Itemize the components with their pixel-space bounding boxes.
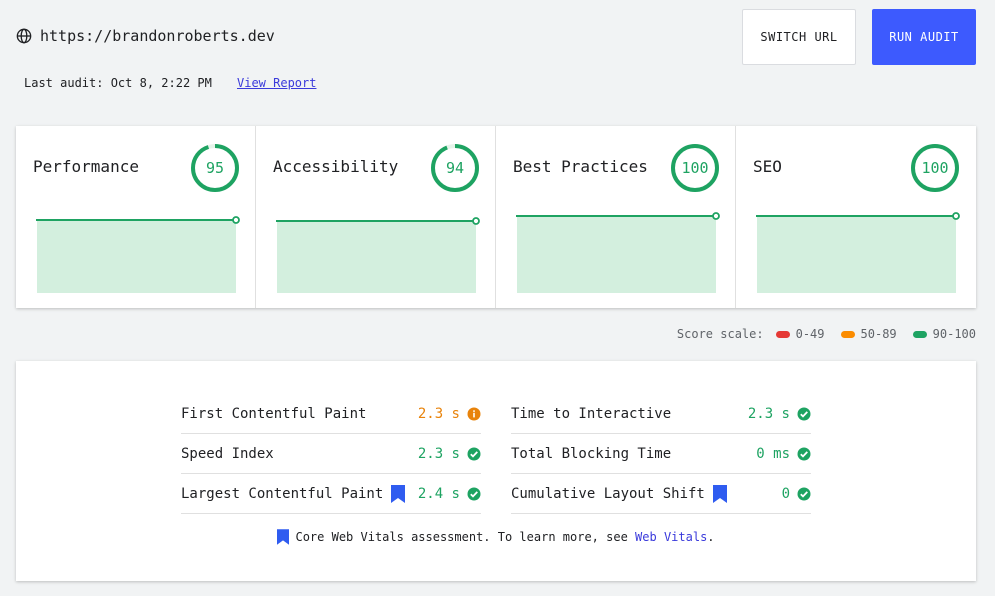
- average-color-pill: [840, 330, 855, 338]
- scale-item-average: 50-89: [840, 327, 897, 341]
- check-circle-icon: [467, 487, 481, 501]
- score-scale-legend: Score scale: 0-49 50-89 90-100: [677, 327, 976, 341]
- metric-name: First Contentful Paint: [181, 406, 418, 422]
- good-color-pill: [912, 330, 927, 338]
- check-circle-icon: [797, 407, 811, 421]
- metric-name: Speed Index: [181, 446, 418, 462]
- category-card-accessibility[interactable]: Accessibility 94: [256, 126, 496, 308]
- score-value: 95: [205, 159, 225, 177]
- check-circle-icon: [467, 447, 481, 461]
- poor-color-pill: [775, 330, 790, 338]
- score-value: 100: [921, 159, 949, 177]
- metric-label: Speed Index: [181, 445, 274, 462]
- metric-name: Cumulative Layout Shift: [511, 484, 782, 503]
- metric-name: Time to Interactive: [511, 406, 748, 422]
- run-audit-button[interactable]: RUN AUDIT: [872, 9, 976, 65]
- scale-item-poor: 0-49: [775, 327, 825, 341]
- score-value: 94: [445, 159, 465, 177]
- audited-url: https://brandonroberts.dev: [40, 27, 275, 45]
- metric-value: 2.4 s: [417, 485, 460, 502]
- metric-row-cls: Cumulative Layout Shift 0: [511, 474, 811, 514]
- metric-label: Cumulative Layout Shift: [511, 485, 705, 502]
- category-title: Performance: [33, 157, 139, 176]
- switch-url-button[interactable]: SWITCH URL: [742, 9, 856, 65]
- score-history-chart: [276, 217, 480, 293]
- globe-icon: [16, 28, 32, 44]
- scale-range-label: 90-100: [932, 327, 976, 341]
- score-history-chart: [36, 216, 240, 293]
- info-icon: [467, 407, 481, 421]
- score-history-chart: [756, 212, 960, 293]
- top-bar: https://brandonroberts.dev Last audit: O…: [0, 0, 995, 110]
- cwv-footnote: Core Web Vitals assessment. To learn mor…: [16, 529, 976, 545]
- bookmark-icon: [712, 484, 727, 503]
- web-vitals-link[interactable]: Web Vitals: [635, 530, 707, 544]
- metric-row-tbt: Total Blocking Time 0 ms: [511, 434, 811, 474]
- check-circle-icon: [797, 447, 811, 461]
- category-title: SEO: [753, 157, 782, 176]
- scale-item-good: 90-100: [912, 327, 976, 341]
- metric-row-fcp: First Contentful Paint 2.3 s: [181, 394, 481, 434]
- metrics-column-left: First Contentful Paint 2.3 s Speed Index…: [181, 394, 481, 514]
- metric-value: 0 ms: [756, 445, 790, 462]
- metric-value: 0: [781, 485, 790, 502]
- category-title: Accessibility: [273, 157, 399, 176]
- metric-label: Time to Interactive: [511, 405, 672, 422]
- score-value: 100: [681, 159, 709, 177]
- check-circle-icon: [797, 487, 811, 501]
- bookmark-icon: [277, 529, 290, 545]
- category-card-best-practices[interactable]: Best Practices 100: [496, 126, 736, 308]
- metric-name: Total Blocking Time: [511, 446, 756, 462]
- metric-name: Largest Contentful Paint: [181, 484, 418, 503]
- metric-row-speed-index: Speed Index 2.3 s: [181, 434, 481, 474]
- bookmark-icon: [391, 484, 406, 503]
- metric-value: 2.3 s: [747, 405, 790, 422]
- metric-label: Largest Contentful Paint: [181, 485, 384, 502]
- category-card-seo[interactable]: SEO 100: [736, 126, 976, 308]
- score-history-chart: [516, 212, 720, 293]
- score-scale-label: Score scale:: [676, 327, 764, 341]
- last-audit-text: Last audit: Oct 8, 2:22 PM: [24, 76, 212, 90]
- footnote-text: Core Web Vitals assessment. To learn mor…: [295, 530, 628, 544]
- category-cards: Performance 95 Accessibility 94 Best Pra…: [16, 126, 976, 308]
- metric-label: First Contentful Paint: [181, 405, 367, 422]
- url-display: https://brandonroberts.dev: [16, 27, 275, 45]
- scale-range-label: 0-49: [795, 327, 825, 341]
- metric-row-tti: Time to Interactive 2.3 s: [511, 394, 811, 434]
- metric-value: 2.3 s: [417, 445, 460, 462]
- metrics-panel: First Contentful Paint 2.3 s Speed Index…: [16, 361, 976, 581]
- category-title: Best Practices: [513, 157, 648, 176]
- scale-range-label: 50-89: [860, 327, 897, 341]
- category-card-performance[interactable]: Performance 95: [16, 126, 256, 308]
- metric-label: Total Blocking Time: [511, 445, 672, 462]
- footnote-end: .: [707, 530, 715, 544]
- metric-row-lcp: Largest Contentful Paint 2.4 s: [181, 474, 481, 514]
- metric-value: 2.3 s: [417, 405, 460, 422]
- view-report-link[interactable]: View Report: [237, 76, 316, 90]
- metrics-column-right: Time to Interactive 2.3 s Total Blocking…: [511, 394, 811, 514]
